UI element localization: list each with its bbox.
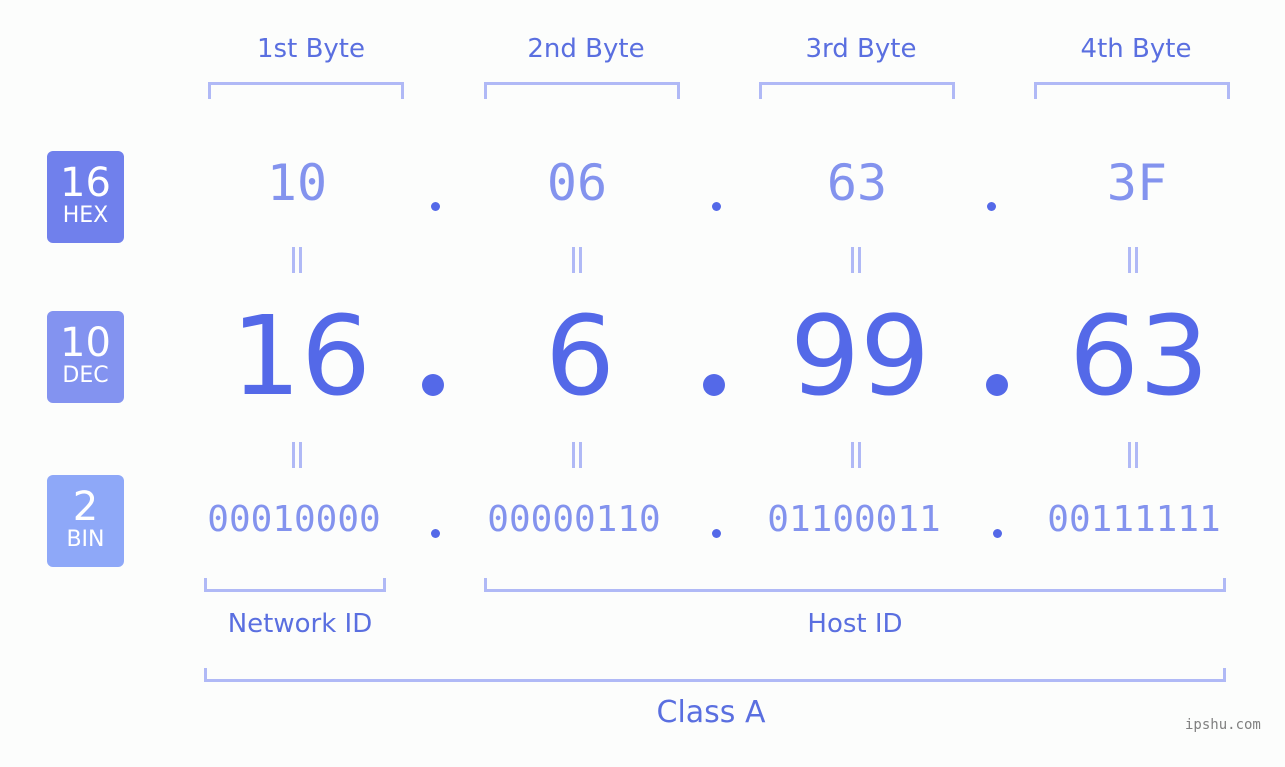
byte-header-4: 4th Byte xyxy=(1080,34,1192,64)
hex-value-4: 3F xyxy=(1106,154,1168,212)
bin-value-1: 00010000 xyxy=(207,499,381,540)
byte-bracket-3 xyxy=(759,82,955,99)
hex-value-1: 10 xyxy=(266,154,328,212)
bin-base-label: BIN xyxy=(66,527,105,552)
equals-marker xyxy=(292,247,302,273)
byte-header-2: 2nd Byte xyxy=(527,34,645,64)
bin-base-number: 2 xyxy=(72,484,99,530)
host-id-label: Host ID xyxy=(807,609,903,639)
network-id-label: Network ID xyxy=(227,609,373,639)
dec-separator-dot xyxy=(986,374,1008,396)
hex-separator-dot xyxy=(712,202,721,211)
dec-value-2: 6 xyxy=(545,292,615,420)
dec-value-1: 16 xyxy=(231,292,371,420)
network-id-bracket xyxy=(204,578,386,592)
bin-value-4: 00111111 xyxy=(1047,499,1221,540)
bin-separator-dot xyxy=(993,529,1002,538)
byte-header-1: 1st Byte xyxy=(257,34,365,64)
equals-marker xyxy=(851,442,861,468)
bin-badge: 2 BIN xyxy=(47,475,124,567)
dec-separator-dot xyxy=(422,374,444,396)
hex-value-2: 06 xyxy=(546,154,608,212)
equals-marker xyxy=(572,442,582,468)
bin-separator-dot xyxy=(712,529,721,538)
dec-value-4: 63 xyxy=(1069,292,1209,420)
equals-marker xyxy=(292,442,302,468)
byte-bracket-1 xyxy=(208,82,404,99)
host-id-bracket xyxy=(484,578,1226,592)
dec-value-3: 99 xyxy=(790,292,930,420)
hex-base-number: 16 xyxy=(60,160,111,206)
class-label: Class A xyxy=(656,695,766,730)
equals-marker xyxy=(1128,247,1138,273)
equals-marker xyxy=(1128,442,1138,468)
class-bracket xyxy=(204,668,1226,682)
bin-value-2: 00000110 xyxy=(487,499,661,540)
dec-badge: 10 DEC xyxy=(47,311,124,403)
bin-separator-dot xyxy=(431,529,440,538)
byte-bracket-2 xyxy=(484,82,680,99)
hex-value-3: 63 xyxy=(826,154,888,212)
hex-base-label: HEX xyxy=(62,203,109,228)
hex-separator-dot xyxy=(987,202,996,211)
dec-base-label: DEC xyxy=(62,363,109,388)
equals-marker xyxy=(851,247,861,273)
byte-bracket-4 xyxy=(1034,82,1230,99)
dec-base-number: 10 xyxy=(60,320,111,366)
dec-separator-dot xyxy=(703,374,725,396)
bin-value-3: 01100011 xyxy=(767,499,941,540)
hex-separator-dot xyxy=(431,202,440,211)
watermark: ipshu.com xyxy=(1185,717,1261,733)
hex-badge: 16 HEX xyxy=(47,151,124,243)
byte-header-3: 3rd Byte xyxy=(805,34,917,64)
equals-marker xyxy=(572,247,582,273)
